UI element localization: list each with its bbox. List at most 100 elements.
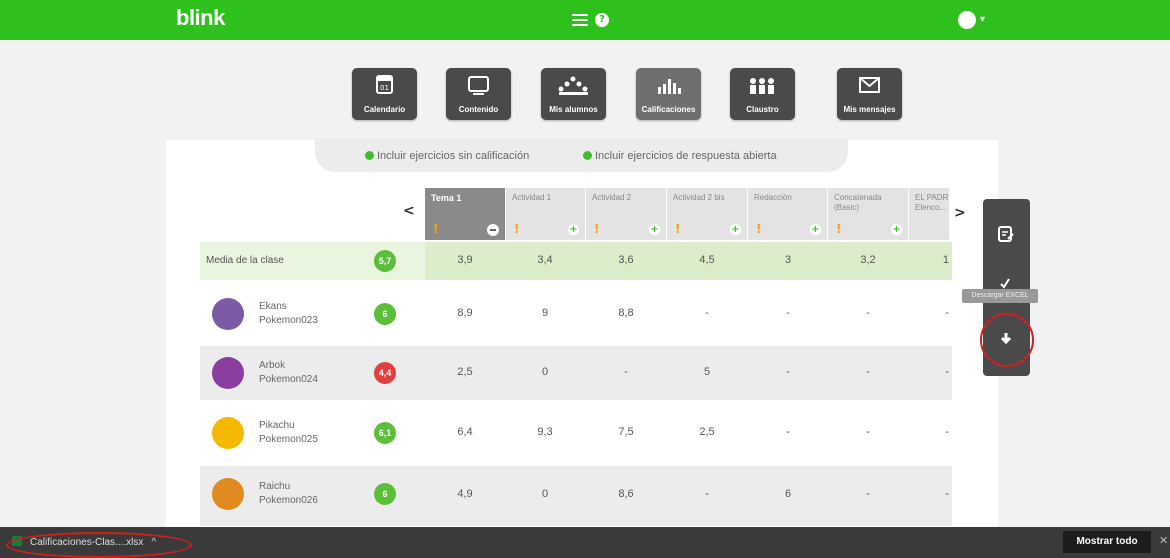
grade-cell[interactable]: 2,5 [667,426,747,438]
filter-respuesta-abierta[interactable]: Incluir ejercicios de respuesta abierta [583,150,777,162]
warning-icon: ! [675,222,681,236]
grade-cell[interactable]: 4,9 [425,488,505,500]
collapse-icon[interactable] [487,224,499,236]
show-all-button[interactable]: Mostrar todo [1063,531,1151,553]
chevron-left-icon[interactable]: < [403,203,415,219]
grade-cell[interactable]: 8,9 [425,307,505,319]
table-row[interactable]: Ekans Pokemon023 6 8,9 9 8,8 - - - - [200,288,952,340]
grade-cell[interactable]: - [748,426,828,438]
nav-mis-mensajes-button[interactable]: Mis mensajes [837,68,902,120]
column-title: Actividad 2 [592,193,632,202]
warning-icon: ! [594,222,600,236]
grade-cell[interactable]: 6,4 [425,426,505,438]
grade-cell[interactable]: - [828,426,908,438]
warning-icon: ! [514,222,520,236]
grade-cell[interactable]: - [909,426,949,438]
grade-cell[interactable]: - [828,307,908,319]
grade-cell[interactable]: - [828,488,908,500]
score-badge: 6 [374,483,396,505]
avatar [212,417,244,449]
average-cell: 3,9 [457,254,473,266]
table-row[interactable]: Arbok Pokemon024 4,4 2,5 0 - 5 - - - [200,346,952,400]
nav-mis-alumnos-button[interactable]: Mis alumnos [541,68,606,120]
average-score-badge: 5,7 [374,250,396,272]
student-name: Arbok [259,360,286,371]
grade-cell[interactable]: 7,5 [586,426,666,438]
download-item-highlight [6,532,192,558]
user-avatar[interactable] [958,11,976,29]
student-user: Pokemon024 [259,374,318,385]
average-row: Media de la clase 5,7 3,9 3,4 3,6 4,5 3 … [200,242,952,280]
grade-cell[interactable]: - [909,488,949,500]
grade-cell[interactable]: - [667,307,747,319]
expand-icon[interactable]: + [568,224,579,235]
nav-claustro-button[interactable]: Claustro [730,68,795,120]
column-header-redaccion[interactable]: Redacción ! + [748,188,828,240]
column-header-el-padre[interactable]: EL PADR Elenco... [909,188,950,240]
grade-cell[interactable]: 0 [505,366,585,378]
grade-cell[interactable]: 0 [505,488,585,500]
expand-icon[interactable]: + [891,224,902,235]
bar-chart-icon [658,79,681,94]
expand-icon[interactable]: + [649,224,660,235]
edit-document-icon[interactable] [997,225,1015,243]
monitor-icon [468,76,489,95]
column-header-actividad-2[interactable]: Actividad 2 ! + [586,188,667,240]
svg-text:01: 01 [380,84,389,92]
average-cell: 3 [784,254,792,266]
student-user: Pokemon025 [259,434,318,445]
grade-cell[interactable]: - [909,366,949,378]
grade-cell[interactable]: - [828,366,908,378]
table-row[interactable]: Pikachu Pokemon025 6,1 6,4 9,3 7,5 2,5 -… [200,406,952,460]
grade-cell[interactable]: - [667,488,747,500]
expand-icon[interactable]: + [810,224,821,235]
avatar [212,478,244,510]
nav-calendario-button[interactable]: 01 Calendario [352,68,417,120]
filter-sin-calificacion[interactable]: Incluir ejercicios sin calificación [365,150,529,162]
average-label: Media de la clase [206,255,284,266]
download-excel-highlight [980,313,1034,367]
column-header-actividad-2-bis[interactable]: Actividad 2 bis ! + [667,188,748,240]
grade-cell[interactable]: 2,5 [425,366,505,378]
grade-cell[interactable]: - [909,307,949,319]
average-cell: 3,4 [537,254,553,266]
student-name: Raichu [259,481,291,492]
grade-cell[interactable]: 8,8 [586,307,666,319]
chevron-right-icon[interactable]: > [954,205,966,221]
column-header-concatenada[interactable]: Concatenada (Basic) ! + [828,188,909,240]
student-name: Pikachu [259,420,295,431]
grade-cell[interactable]: 9 [505,307,585,319]
toggle-dot-icon[interactable] [365,151,374,160]
expand-icon[interactable]: + [730,224,741,235]
warning-icon: ! [433,222,439,236]
student-user: Pokemon026 [259,495,318,506]
grade-cell[interactable]: 6 [748,488,828,500]
grade-cell[interactable]: 9,3 [505,426,585,438]
grade-cell[interactable]: 5 [667,366,747,378]
average-cell: 4,5 [699,254,715,266]
filters-bar: Incluir ejercicios sin calificación Incl… [315,138,848,172]
chevron-down-icon[interactable]: ▾ [980,14,985,25]
toggle-dot-icon[interactable] [583,151,592,160]
column-header-actividad-1[interactable]: Actividad 1 ! + [506,188,586,240]
avatar [212,298,244,330]
check-icon[interactable] [999,277,1011,289]
nav-label: Contenido [458,105,499,114]
column-title: Actividad 1 [512,193,552,202]
close-icon[interactable]: ✕ [1159,534,1168,547]
grade-cell[interactable]: 8,6 [586,488,666,500]
table-row[interactable]: Raichu Pokemon026 6 4,9 0 8,6 - 6 - - [200,466,952,526]
student-name: Ekans [259,301,287,312]
nav-contenido-button[interactable]: Contenido [446,68,511,120]
grade-cell[interactable]: - [748,366,828,378]
column-header-tema-1[interactable]: Tema 1 ! [425,188,506,240]
hamburger-menu-icon[interactable] [572,14,588,26]
nav-calificaciones-button[interactable]: Calificaciones [636,68,701,120]
help-icon[interactable]: ? [595,13,609,27]
grade-cell[interactable]: - [586,366,666,378]
nav-label: Mis mensajes [843,105,896,114]
blink-logo[interactable]: blink [176,5,225,31]
grade-cell[interactable]: - [748,307,828,319]
average-cell: 3,2 [860,254,876,266]
average-cell: 1 [942,254,949,266]
